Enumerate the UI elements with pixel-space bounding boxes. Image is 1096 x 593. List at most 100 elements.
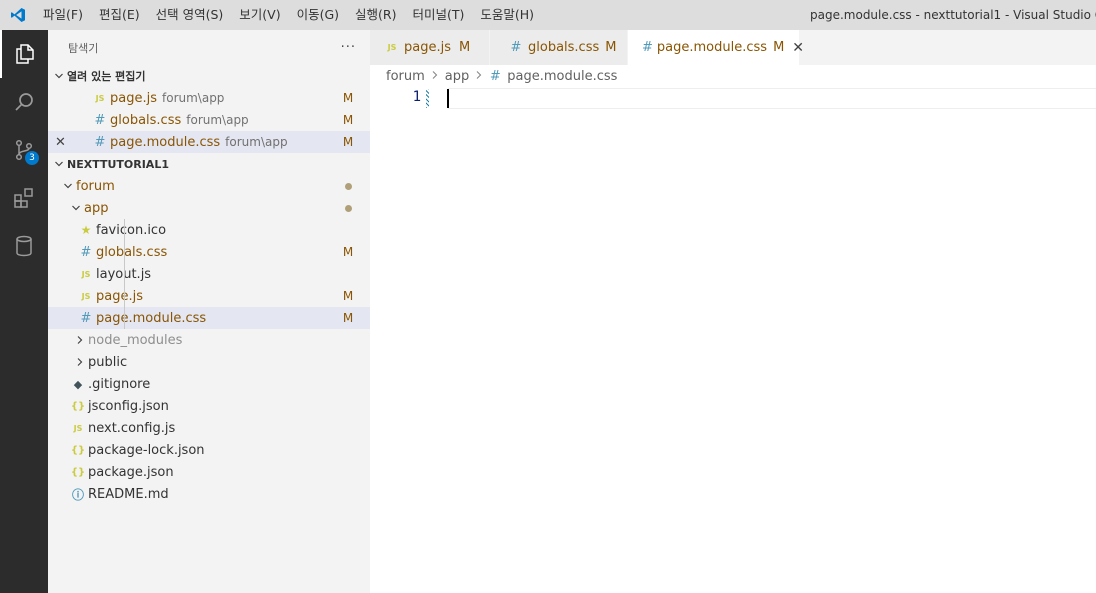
file-name: page.module.css — [96, 310, 207, 326]
menu-help[interactable]: 도움말(H) — [472, 0, 542, 30]
modified-badge: M — [342, 245, 354, 259]
dirty-diff-marker[interactable] — [426, 89, 429, 108]
extensions-icon[interactable] — [0, 174, 48, 222]
modified-badge: M — [342, 135, 354, 149]
chevron-down-icon — [51, 71, 67, 81]
folder-public[interactable]: public — [48, 351, 370, 373]
indent-guide — [124, 285, 125, 307]
indent-guide — [124, 263, 125, 285]
file-name: package.json — [88, 464, 174, 480]
modified-badge: M — [459, 40, 471, 55]
chevron-down-icon — [51, 159, 67, 169]
file-favicon[interactable]: ★ favicon.ico — [48, 219, 370, 241]
modified-badge: M — [342, 91, 354, 105]
folder-node-modules[interactable]: node_modules — [48, 329, 370, 351]
json-file-icon: {} — [70, 400, 86, 412]
file-next-config[interactable]: JS next.config.js — [48, 417, 370, 439]
open-editor-item[interactable]: JS page.js forum\app M — [48, 87, 370, 109]
project-header[interactable]: NEXTTUTORIAL1 — [48, 153, 370, 175]
chevron-down-icon — [60, 181, 76, 191]
file-page-js[interactable]: JS page.js M — [48, 285, 370, 307]
menu-terminal[interactable]: 터미널(T) — [405, 0, 473, 30]
more-actions-icon[interactable]: ··· — [341, 40, 356, 55]
css-file-icon: # — [80, 244, 92, 260]
explorer-sidebar: 탐색기 ··· 열려 있는 편집기 JS page.js forum\app M… — [48, 30, 370, 593]
open-editors-header[interactable]: 열려 있는 편집기 — [48, 65, 370, 87]
source-control-icon[interactable]: 3 — [0, 126, 48, 174]
file-name: package-lock.json — [88, 442, 205, 458]
file-name: page.js — [96, 288, 143, 304]
project-title: NEXTTUTORIAL1 — [67, 157, 169, 171]
file-name: .gitignore — [88, 376, 151, 392]
tab-page-module-css[interactable]: # page.module.css M ✕ — [628, 30, 804, 65]
breadcrumb-item[interactable]: forum — [386, 69, 425, 84]
folder-forum[interactable]: forum — [48, 175, 370, 197]
favicon-icon: ★ — [80, 223, 92, 237]
editor-tabs: JS page.js M # globals.css M # page.modu… — [370, 30, 1096, 65]
folder-name: forum — [76, 178, 115, 194]
open-editor-path: forum\app — [162, 91, 225, 105]
menu-selection[interactable]: 선택 영역(S) — [148, 0, 232, 30]
info-icon: ⓘ — [71, 487, 84, 502]
menu-edit[interactable]: 편집(E) — [91, 0, 148, 30]
css-file-icon: # — [80, 310, 92, 326]
breadcrumb-item[interactable]: app — [445, 69, 469, 84]
open-editor-path: forum\app — [225, 135, 288, 149]
chevron-right-icon — [431, 70, 439, 83]
css-file-icon: # — [94, 112, 106, 128]
title-bar: 파일(F) 편집(E) 선택 영역(S) 보기(V) 이동(G) 실행(R) 터… — [0, 0, 1096, 30]
file-page-module-css[interactable]: # page.module.css M — [48, 307, 370, 329]
css-file-icon: # — [489, 68, 501, 84]
chevron-right-icon — [72, 357, 88, 367]
css-file-icon: # — [510, 40, 522, 55]
menu-view[interactable]: 보기(V) — [231, 0, 288, 30]
close-icon[interactable]: ✕ — [792, 40, 804, 56]
line-number: 1 — [412, 89, 421, 105]
file-layout-js[interactable]: JS layout.js — [48, 263, 370, 285]
menu-run[interactable]: 실행(R) — [347, 0, 404, 30]
search-icon[interactable] — [0, 78, 48, 126]
chevron-down-icon — [68, 203, 84, 213]
css-file-icon: # — [642, 40, 653, 55]
css-file-icon: # — [94, 134, 106, 150]
file-name: favicon.ico — [96, 222, 167, 238]
breadcrumb-file[interactable]: page.module.css — [507, 69, 617, 84]
indent-guide — [124, 241, 125, 263]
file-readme[interactable]: ⓘ README.md — [48, 483, 370, 505]
modified-badge: M — [342, 289, 354, 303]
file-jsconfig[interactable]: {} jsconfig.json — [48, 395, 370, 417]
modified-dot — [345, 205, 352, 212]
file-package-lock[interactable]: {} package-lock.json — [48, 439, 370, 461]
tab-page-js[interactable]: JS page.js M — [370, 30, 490, 65]
modified-badge: M — [342, 113, 354, 127]
tab-label: page.module.css — [656, 40, 768, 55]
code-editor[interactable]: 1 — [370, 87, 1096, 593]
json-file-icon: {} — [70, 444, 86, 456]
open-editor-name: page.module.css — [110, 134, 221, 150]
open-editors-title: 열려 있는 편집기 — [67, 70, 146, 83]
folder-name: app — [84, 200, 109, 216]
chevron-right-icon — [72, 335, 88, 345]
file-globals-css[interactable]: # globals.css M — [48, 241, 370, 263]
file-gitignore[interactable]: ◆ .gitignore — [48, 373, 370, 395]
js-file-icon: JS — [81, 269, 91, 279]
menu-file[interactable]: 파일(F) — [35, 0, 91, 30]
open-editor-item[interactable]: ✕ # page.module.css forum\app M — [48, 131, 370, 153]
js-file-icon: JS — [95, 93, 105, 103]
explorer-icon[interactable] — [0, 30, 48, 78]
explorer-header: 탐색기 ··· — [48, 30, 370, 65]
modified-badge: M — [605, 40, 617, 55]
folder-app[interactable]: app — [48, 197, 370, 219]
vscode-logo-icon — [0, 0, 35, 30]
database-icon[interactable] — [0, 222, 48, 270]
close-icon[interactable]: ✕ — [48, 135, 73, 150]
tab-label: globals.css — [528, 40, 600, 55]
menu-go[interactable]: 이동(G) — [289, 0, 347, 30]
activity-bar: 3 — [0, 30, 48, 593]
tab-label: page.js — [404, 40, 451, 55]
window-title: page.module.css - nexttutorial1 - Visual… — [810, 8, 1096, 22]
open-editor-item[interactable]: # globals.css forum\app M — [48, 109, 370, 131]
text-cursor — [447, 89, 449, 108]
file-package-json[interactable]: {} package.json — [48, 461, 370, 483]
tab-globals-css[interactable]: # globals.css M — [490, 30, 628, 65]
